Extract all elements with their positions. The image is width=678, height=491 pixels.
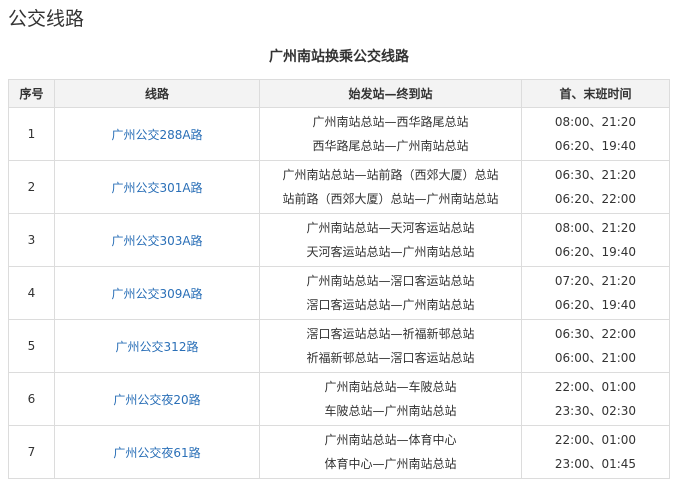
route-cell: 广州公交夜61路 (54, 425, 260, 479)
terminals-cell: 广州南站总站—天河客运站总站 天河客运站总站—广州南站总站 (259, 213, 522, 267)
time-outbound: 08:00、21:20 (554, 221, 637, 235)
route-link[interactable]: 广州公交303A路 (111, 234, 202, 248)
row-seq: 2 (8, 160, 55, 214)
route-cell: 广州公交301A路 (54, 160, 260, 214)
row-seq: 1 (8, 107, 55, 161)
route-cell: 广州公交288A路 (54, 107, 260, 161)
times-cell: 07:20、21:20 06:20、19:40 (521, 266, 670, 320)
section-heading: 公交线路 (8, 8, 85, 30)
terminal-return: 站前路（西郊大厦）总站—广州南站总站 (282, 192, 499, 206)
terminal-return: 西华路尾总站—广州南站总站 (312, 139, 469, 153)
table-title: 广州南站换乘公交线路 (269, 49, 409, 65)
route-link[interactable]: 广州公交301A路 (111, 181, 202, 195)
terminal-outbound: 广州南站总站—滘口客运站总站 (306, 274, 475, 288)
header-terminals: 始发站—终到站 (259, 79, 522, 108)
row-seq: 6 (8, 372, 55, 426)
table-row: 5 广州公交312路 滘口客运站总站—祈福新邨总站 祈福新邨总站—滘口客运站总站… (8, 319, 670, 373)
route-cell: 广州公交309A路 (54, 266, 260, 320)
row-seq: 4 (8, 266, 55, 320)
time-return: 06:20、22:00 (554, 192, 637, 206)
time-outbound: 22:00、01:00 (554, 433, 637, 447)
route-link[interactable]: 广州公交312路 (116, 340, 199, 354)
route-link[interactable]: 广州公交夜61路 (113, 446, 200, 460)
time-return: 06:20、19:40 (554, 139, 637, 153)
row-seq: 3 (8, 213, 55, 267)
terminals-cell: 滘口客运站总站—祈福新邨总站 祈福新邨总站—滘口客运站总站 (259, 319, 522, 373)
terminals-cell: 广州南站总站—站前路（西郊大厦）总站 站前路（西郊大厦）总站—广州南站总站 (259, 160, 522, 214)
time-outbound: 07:20、21:20 (554, 274, 637, 288)
times-cell: 06:30、21:20 06:20、22:00 (521, 160, 670, 214)
time-return: 06:20、19:40 (554, 245, 637, 259)
times-cell: 06:30、22:00 06:00、21:00 (521, 319, 670, 373)
time-return: 23:30、02:30 (554, 404, 637, 418)
table-row: 7 广州公交夜61路 广州南站总站—体育中心 体育中心—广州南站总站 22:00… (8, 425, 670, 479)
time-outbound: 22:00、01:00 (554, 380, 637, 394)
table-row: 1 广州公交288A路 广州南站总站—西华路尾总站 西华路尾总站—广州南站总站 … (8, 107, 670, 161)
table-row: 4 广州公交309A路 广州南站总站—滘口客运站总站 滘口客运站总站—广州南站总… (8, 266, 670, 320)
row-seq: 7 (8, 425, 55, 479)
terminal-outbound: 广州南站总站—天河客运站总站 (306, 221, 475, 235)
route-cell: 广州公交夜20路 (54, 372, 260, 426)
times-cell: 08:00、21:20 06:20、19:40 (521, 213, 670, 267)
time-return: 06:00、21:00 (554, 351, 637, 365)
time-return: 23:00、01:45 (554, 457, 637, 471)
table-row: 2 广州公交301A路 广州南站总站—站前路（西郊大厦）总站 站前路（西郊大厦）… (8, 160, 670, 214)
table-header-row: 序号 线路 始发站—终到站 首、末班时间 (8, 79, 670, 108)
time-return: 06:20、19:40 (554, 298, 637, 312)
terminal-outbound: 广州南站总站—车陂总站 (324, 380, 457, 394)
terminal-return: 体育中心—广州南站总站 (324, 457, 457, 471)
terminal-return: 滘口客运站总站—广州南站总站 (306, 298, 475, 312)
header-route: 线路 (54, 79, 260, 108)
route-link[interactable]: 广州公交夜20路 (113, 393, 200, 407)
bus-route-table: 序号 线路 始发站—终到站 首、末班时间 1 广州公交288A路 广州南站总站—… (8, 79, 670, 479)
table-row: 3 广州公交303A路 广州南站总站—天河客运站总站 天河客运站总站—广州南站总… (8, 213, 670, 267)
terminals-cell: 广州南站总站—体育中心 体育中心—广州南站总站 (259, 425, 522, 479)
terminal-outbound: 广州南站总站—西华路尾总站 (312, 115, 469, 129)
times-cell: 08:00、21:20 06:20、19:40 (521, 107, 670, 161)
table-row: 6 广州公交夜20路 广州南站总站—车陂总站 车陂总站—广州南站总站 22:00… (8, 372, 670, 426)
row-seq: 5 (8, 319, 55, 373)
route-link[interactable]: 广州公交288A路 (111, 128, 202, 142)
terminal-return: 车陂总站—广州南站总站 (324, 404, 457, 418)
terminals-cell: 广州南站总站—西华路尾总站 西华路尾总站—广州南站总站 (259, 107, 522, 161)
route-cell: 广州公交303A路 (54, 213, 260, 267)
route-cell: 广州公交312路 (54, 319, 260, 373)
terminal-return: 祈福新邨总站—滘口客运站总站 (306, 351, 475, 365)
route-link[interactable]: 广州公交309A路 (111, 287, 202, 301)
terminal-outbound: 滘口客运站总站—祈福新邨总站 (306, 327, 475, 341)
terminal-return: 天河客运站总站—广州南站总站 (306, 245, 475, 259)
time-outbound: 08:00、21:20 (554, 115, 637, 129)
terminal-outbound: 广州南站总站—体育中心 (324, 433, 457, 447)
terminals-cell: 广州南站总站—车陂总站 车陂总站—广州南站总站 (259, 372, 522, 426)
header-seq: 序号 (8, 79, 55, 108)
header-times: 首、末班时间 (521, 79, 670, 108)
time-outbound: 06:30、21:20 (554, 168, 637, 182)
times-cell: 22:00、01:00 23:30、02:30 (521, 372, 670, 426)
terminal-outbound: 广州南站总站—站前路（西郊大厦）总站 (282, 168, 499, 182)
terminals-cell: 广州南站总站—滘口客运站总站 滘口客运站总站—广州南站总站 (259, 266, 522, 320)
times-cell: 22:00、01:00 23:00、01:45 (521, 425, 670, 479)
time-outbound: 06:30、22:00 (554, 327, 637, 341)
